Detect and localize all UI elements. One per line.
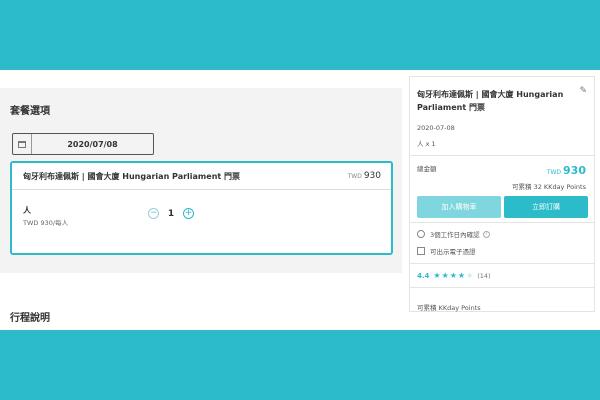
rating-stars-icon: ★★★★★	[433, 271, 474, 280]
voucher-feature: 可出示電子憑證	[417, 246, 476, 256]
increase-quantity-button[interactable]: +	[183, 208, 194, 219]
add-to-cart-button[interactable]: 加入購物車	[417, 196, 501, 218]
rating-value: 4.4	[417, 271, 430, 280]
summary-quantity: 人 x 1	[417, 140, 436, 148]
pencil-edit-icon[interactable]: ✎	[579, 86, 587, 96]
quantity-stepper: − 1 +	[148, 208, 194, 219]
date-value: 2020/07/08	[67, 139, 118, 149]
voucher-text: 可出示電子憑證	[430, 248, 476, 256]
info-icon[interactable]: ?	[482, 230, 490, 238]
rating-row[interactable]: 4.4 ★★★★★ (14)	[417, 271, 491, 280]
package-price-value: 930	[363, 171, 381, 181]
calendar-icon	[13, 134, 32, 154]
quantity-value: 1	[167, 208, 175, 219]
package-name: 匈牙利布達佩斯 | 國會大廈 Hungarian Parliament 門票	[23, 172, 240, 181]
summary-divider	[410, 222, 594, 223]
confirmation-text: 3個工作日內確認	[430, 231, 480, 239]
package-price: TWD 930	[348, 171, 381, 181]
booking-summary: 匈牙利布達佩斯 | 國會大廈 Hungarian Parliament 門票 ✎…	[409, 76, 595, 312]
package-divider	[12, 189, 391, 190]
confirmation-feature: 3個工作日內確認 ?	[417, 229, 490, 239]
full-stars: ★★★★	[433, 271, 467, 280]
date-picker[interactable]: 2020/07/08	[12, 133, 154, 155]
summary-product-title: 匈牙利布達佩斯 | 國會大廈 Hungarian Parliament 門票	[417, 90, 564, 112]
package-card[interactable]: 匈牙利布達佩斯 | 國會大廈 Hungarian Parliament 門票 T…	[10, 161, 393, 255]
summary-divider	[410, 263, 594, 264]
summary-divider	[410, 155, 594, 156]
summary-divider	[410, 287, 594, 288]
itinerary-section-title: 行程說明	[10, 313, 50, 324]
person-unit-price: TWD 930/每人	[23, 219, 69, 227]
total-currency: TWD	[546, 169, 562, 176]
decrease-quantity-button[interactable]: −	[148, 208, 159, 219]
package-section-title: 套餐選項	[10, 106, 50, 117]
voucher-icon	[417, 247, 425, 255]
clock-icon	[417, 230, 425, 238]
points-note: 可累積 KKday Points	[417, 304, 481, 312]
review-count: (14)	[477, 271, 491, 280]
partial-star: ★	[466, 271, 475, 280]
book-now-button[interactable]: 立即訂購	[504, 196, 588, 218]
summary-date: 2020-07-08	[417, 124, 455, 132]
earn-points-text: 可累積 32 KKday Points	[512, 183, 586, 191]
total-label: 總金額	[417, 165, 437, 173]
total-price-value: 930	[563, 164, 586, 177]
person-label: 人	[23, 206, 31, 215]
package-currency: TWD	[347, 173, 362, 180]
total-price: TWD 930	[547, 164, 586, 177]
